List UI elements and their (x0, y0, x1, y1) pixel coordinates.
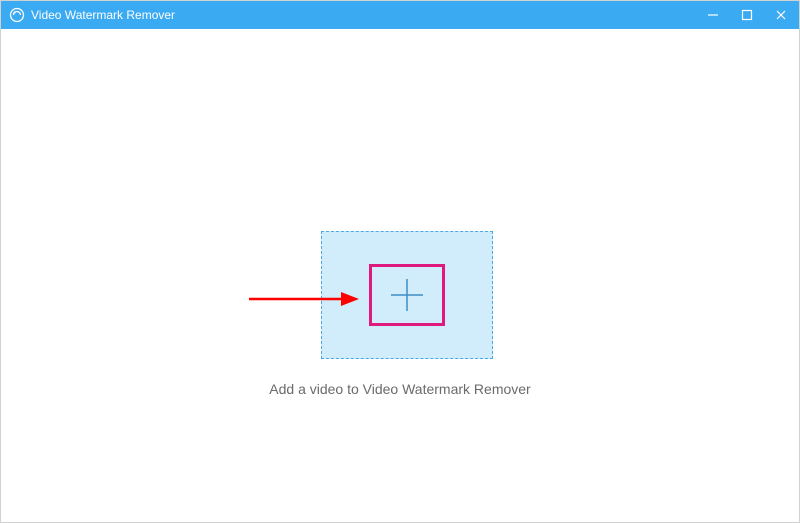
window-controls (703, 5, 791, 25)
annotation-arrow-icon (249, 289, 359, 309)
highlight-frame (369, 264, 445, 326)
close-button[interactable] (771, 5, 791, 25)
plus-icon (387, 275, 427, 315)
titlebar: Video Watermark Remover (1, 1, 799, 29)
maximize-button[interactable] (737, 5, 757, 25)
app-logo-icon (9, 7, 25, 23)
app-title: Video Watermark Remover (31, 8, 175, 22)
minimize-button[interactable] (703, 5, 723, 25)
content-area: Add a video to Video Watermark Remover (1, 29, 799, 522)
app-window: Video Watermark Remover (0, 0, 800, 523)
instruction-text: Add a video to Video Watermark Remover (1, 381, 799, 397)
